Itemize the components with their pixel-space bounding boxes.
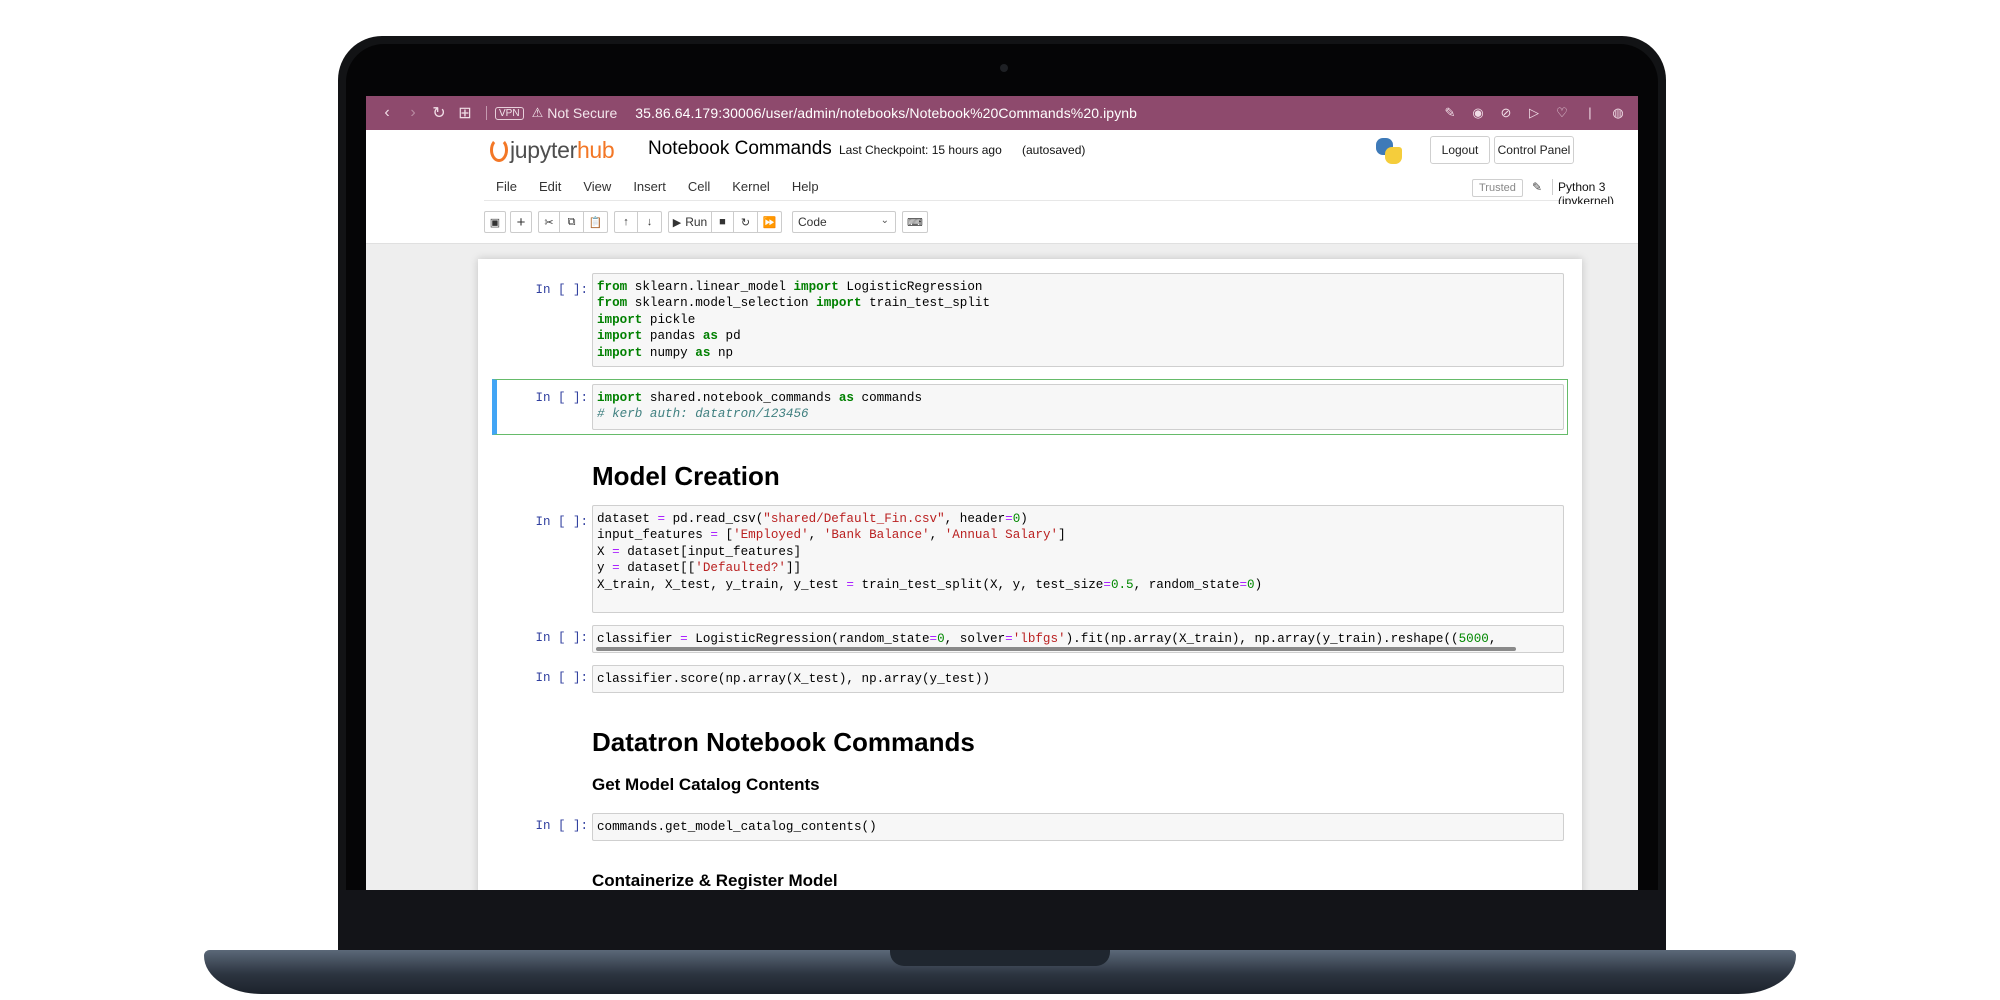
address-bar[interactable]: 35.86.64.179:30006/user/admin/notebooks/… (635, 105, 1438, 121)
trusted-badge[interactable]: Trusted (1472, 179, 1523, 197)
menu-divider: | (1588, 105, 1592, 120)
cell-type-value: Code (798, 215, 827, 229)
edit-icon[interactable]: ✎ (1438, 105, 1462, 121)
code-editor[interactable]: import shared.notebook_commands as comma… (592, 384, 1564, 430)
chevron-down-icon: ⌄ (880, 215, 889, 226)
menu-cell[interactable]: Cell (688, 179, 710, 194)
cell-prompt: In [ ]: (535, 671, 588, 685)
warning-icon: ⚠ (531, 105, 544, 120)
code-cell-classifier[interactable]: In [ ]: classifier = LogisticRegression(… (492, 625, 1568, 655)
heading-get-model-catalog: Get Model Catalog Contents (592, 775, 820, 794)
jupyterhub-logo[interactable]: jupyter hub (490, 136, 615, 164)
menu-insert[interactable]: Insert (633, 179, 666, 194)
reload-icon[interactable]: ↻ (426, 103, 452, 123)
heart-icon[interactable]: ♡ (1550, 105, 1574, 121)
jupyter-header: jupyter hub Notebook Commands Last Checkp… (366, 130, 1638, 170)
control-panel-button[interactable]: Control Panel (1494, 136, 1574, 164)
add-cell-icon[interactable]: + (510, 211, 532, 233)
back-icon[interactable]: ‹ (374, 104, 400, 122)
forward-icon[interactable]: › (400, 104, 426, 122)
block-icon[interactable]: ⊘ (1494, 105, 1518, 121)
restart-icon[interactable]: ↻ (734, 211, 758, 233)
browser-actions: ✎ ◉ ⊘ ▷ ♡ | ◍ (1438, 105, 1630, 121)
code-editor[interactable]: from sklearn.linear_model import Logisti… (592, 273, 1564, 367)
menu-edit[interactable]: Edit (539, 179, 561, 194)
browser-toolbar: ‹ › ↻ ⊞ VPN ⚠ Not Secure 35.86.64.179:30… (366, 96, 1638, 130)
checkpoint-status: Last Checkpoint: 15 hours ago (839, 143, 1002, 157)
webcam (1000, 64, 1008, 72)
notebook-toolbar: ▣ + ✂ ⧉ 📋 ↑ ↓ ▶ Run ■ Code ⌄ ↻ ⏩ ⌨ (366, 204, 1638, 244)
code-editor[interactable]: commands.get_model_catalog_contents() (592, 813, 1564, 841)
notebook-title[interactable]: Notebook Commands (648, 138, 832, 160)
laptop-bezel (338, 890, 1666, 956)
code-cell-score[interactable]: In [ ]: classifier.score(np.array(X_test… (492, 665, 1568, 695)
vpn-badge[interactable]: VPN (495, 106, 524, 120)
notebook-page: In [ ]: from sklearn.linear_model import… (478, 259, 1582, 890)
laptop-screen: ‹ › ↻ ⊞ VPN ⚠ Not Secure 35.86.64.179:30… (366, 96, 1638, 890)
laptop-notch (890, 950, 1110, 966)
cell-type-select[interactable]: Code ⌄ (792, 211, 896, 233)
code-editor[interactable]: classifier.score(np.array(X_test), np.ar… (592, 665, 1564, 693)
logout-button[interactable]: Logout (1430, 136, 1490, 164)
code-editor[interactable]: dataset = pd.read_csv("shared/Default_Fi… (592, 505, 1564, 613)
camera-icon[interactable]: ◉ (1466, 105, 1490, 121)
menubar: File Edit View Insert Cell Kernel Help T… (366, 170, 1638, 208)
python-logo-icon (1376, 138, 1402, 164)
keyboard-icon[interactable]: ⌨ (902, 211, 928, 233)
code-cell-commands-selected[interactable]: In [ ]: import shared.notebook_commands … (492, 379, 1568, 435)
profile-icon[interactable]: ◍ (1606, 105, 1630, 121)
cell-prompt: In [ ]: (535, 283, 588, 297)
menu-view[interactable]: View (583, 179, 611, 194)
menu-file[interactable]: File (496, 179, 517, 194)
pencil-icon[interactable]: ✎ (1532, 180, 1542, 194)
heading-containerize: Containerize & Register Model (592, 871, 838, 890)
cell-prompt: In [ ]: (535, 515, 588, 529)
logo-text: jupyter (510, 136, 577, 163)
horizontal-scrollbar[interactable] (596, 647, 1516, 651)
kernel-divider (1552, 179, 1553, 195)
heading-model-creation: Model Creation (592, 461, 780, 491)
menu-list: File Edit View Insert Cell Kernel Help T… (484, 173, 1614, 208)
menu-kernel[interactable]: Kernel (732, 179, 770, 194)
heading-datatron-commands: Datatron Notebook Commands (592, 727, 975, 757)
security-status[interactable]: Not Secure (547, 105, 617, 121)
send-icon[interactable]: ▷ (1522, 105, 1546, 121)
toolbar-divider (486, 106, 487, 120)
cell-prompt: In [ ]: (535, 391, 588, 405)
restart-run-all-icon[interactable]: ⏩ (758, 211, 782, 233)
save-icon[interactable]: ▣ (484, 211, 506, 233)
menu-help[interactable]: Help (792, 179, 819, 194)
cell-prompt: In [ ]: (535, 819, 588, 833)
code-cell-dataset[interactable]: In [ ]: dataset = pd.read_csv("shared/De… (492, 505, 1568, 615)
interrupt-icon[interactable]: ■ (712, 211, 734, 233)
run-button[interactable]: ▶ Run (668, 211, 712, 233)
logo-accent-text: hub (576, 136, 615, 163)
paste-icon[interactable]: 📋 (584, 211, 608, 233)
code-cell-catalog[interactable]: In [ ]: commands.get_model_catalog_conte… (492, 813, 1568, 843)
notebook-container: In [ ]: from sklearn.linear_model import… (366, 245, 1638, 890)
move-up-icon[interactable]: ↑ (614, 211, 638, 233)
tabs-grid-icon[interactable]: ⊞ (452, 103, 478, 123)
move-down-icon[interactable]: ↓ (638, 211, 662, 233)
cut-icon[interactable]: ✂ (538, 211, 560, 233)
code-cell-imports[interactable]: In [ ]: from sklearn.linear_model import… (492, 273, 1568, 369)
jupyter-logo-icon (490, 138, 508, 162)
autosave-status: (autosaved) (1022, 143, 1086, 157)
cell-prompt: In [ ]: (535, 631, 588, 645)
run-icon: ▶ (672, 216, 682, 229)
run-label: Run (685, 215, 708, 229)
copy-icon[interactable]: ⧉ (560, 211, 584, 233)
